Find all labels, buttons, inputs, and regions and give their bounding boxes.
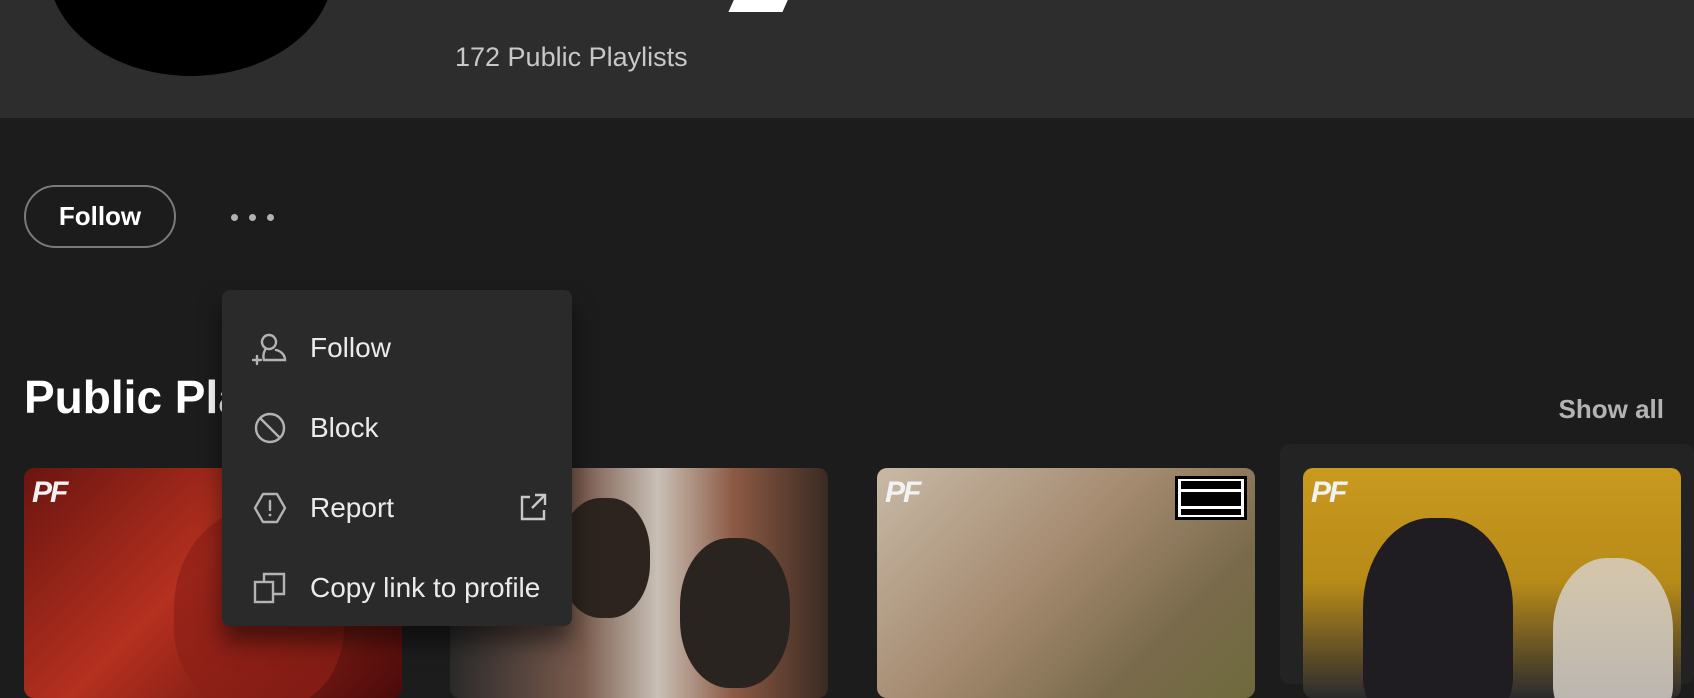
add-user-icon [252, 330, 288, 366]
pf-logo: PF [885, 476, 921, 509]
public-playlist-count: 172 Public Playlists [455, 42, 688, 72]
pf-logo: PF [32, 476, 68, 509]
profile-header: 172 Public Playlists [0, 0, 1694, 118]
block-icon [252, 410, 288, 446]
more-options-icon [230, 213, 238, 221]
parental-advisory-badge [1175, 476, 1247, 520]
profile-avatar[interactable] [48, 0, 334, 76]
report-icon [252, 490, 288, 526]
more-options-button[interactable] [222, 200, 282, 234]
external-link-icon [518, 492, 548, 522]
menu-item-follow[interactable]: Follow [222, 308, 572, 388]
profile-name-fragment [728, 0, 790, 12]
menu-item-label: Follow [310, 332, 391, 363]
profile-context-menu: Follow Block Report Copy link to profile [222, 290, 572, 626]
copy-icon [252, 570, 288, 606]
follow-button[interactable]: Follow [24, 185, 176, 248]
menu-item-label: Copy link to profile [310, 572, 541, 603]
pf-logo: PF [1311, 476, 1347, 509]
menu-item-label: Report [310, 492, 395, 523]
show-all-link[interactable]: Show all [1559, 394, 1664, 425]
playlist-card[interactable]: PF [1303, 468, 1681, 698]
menu-item-label: Block [310, 412, 379, 443]
playlist-card[interactable]: PF [877, 468, 1255, 698]
cover-art [1363, 518, 1513, 698]
menu-item-report[interactable]: Report [222, 468, 572, 548]
cover-art [560, 498, 650, 618]
menu-item-copy-link[interactable]: Copy link to profile [222, 548, 572, 628]
menu-item-block[interactable]: Block [222, 388, 572, 468]
